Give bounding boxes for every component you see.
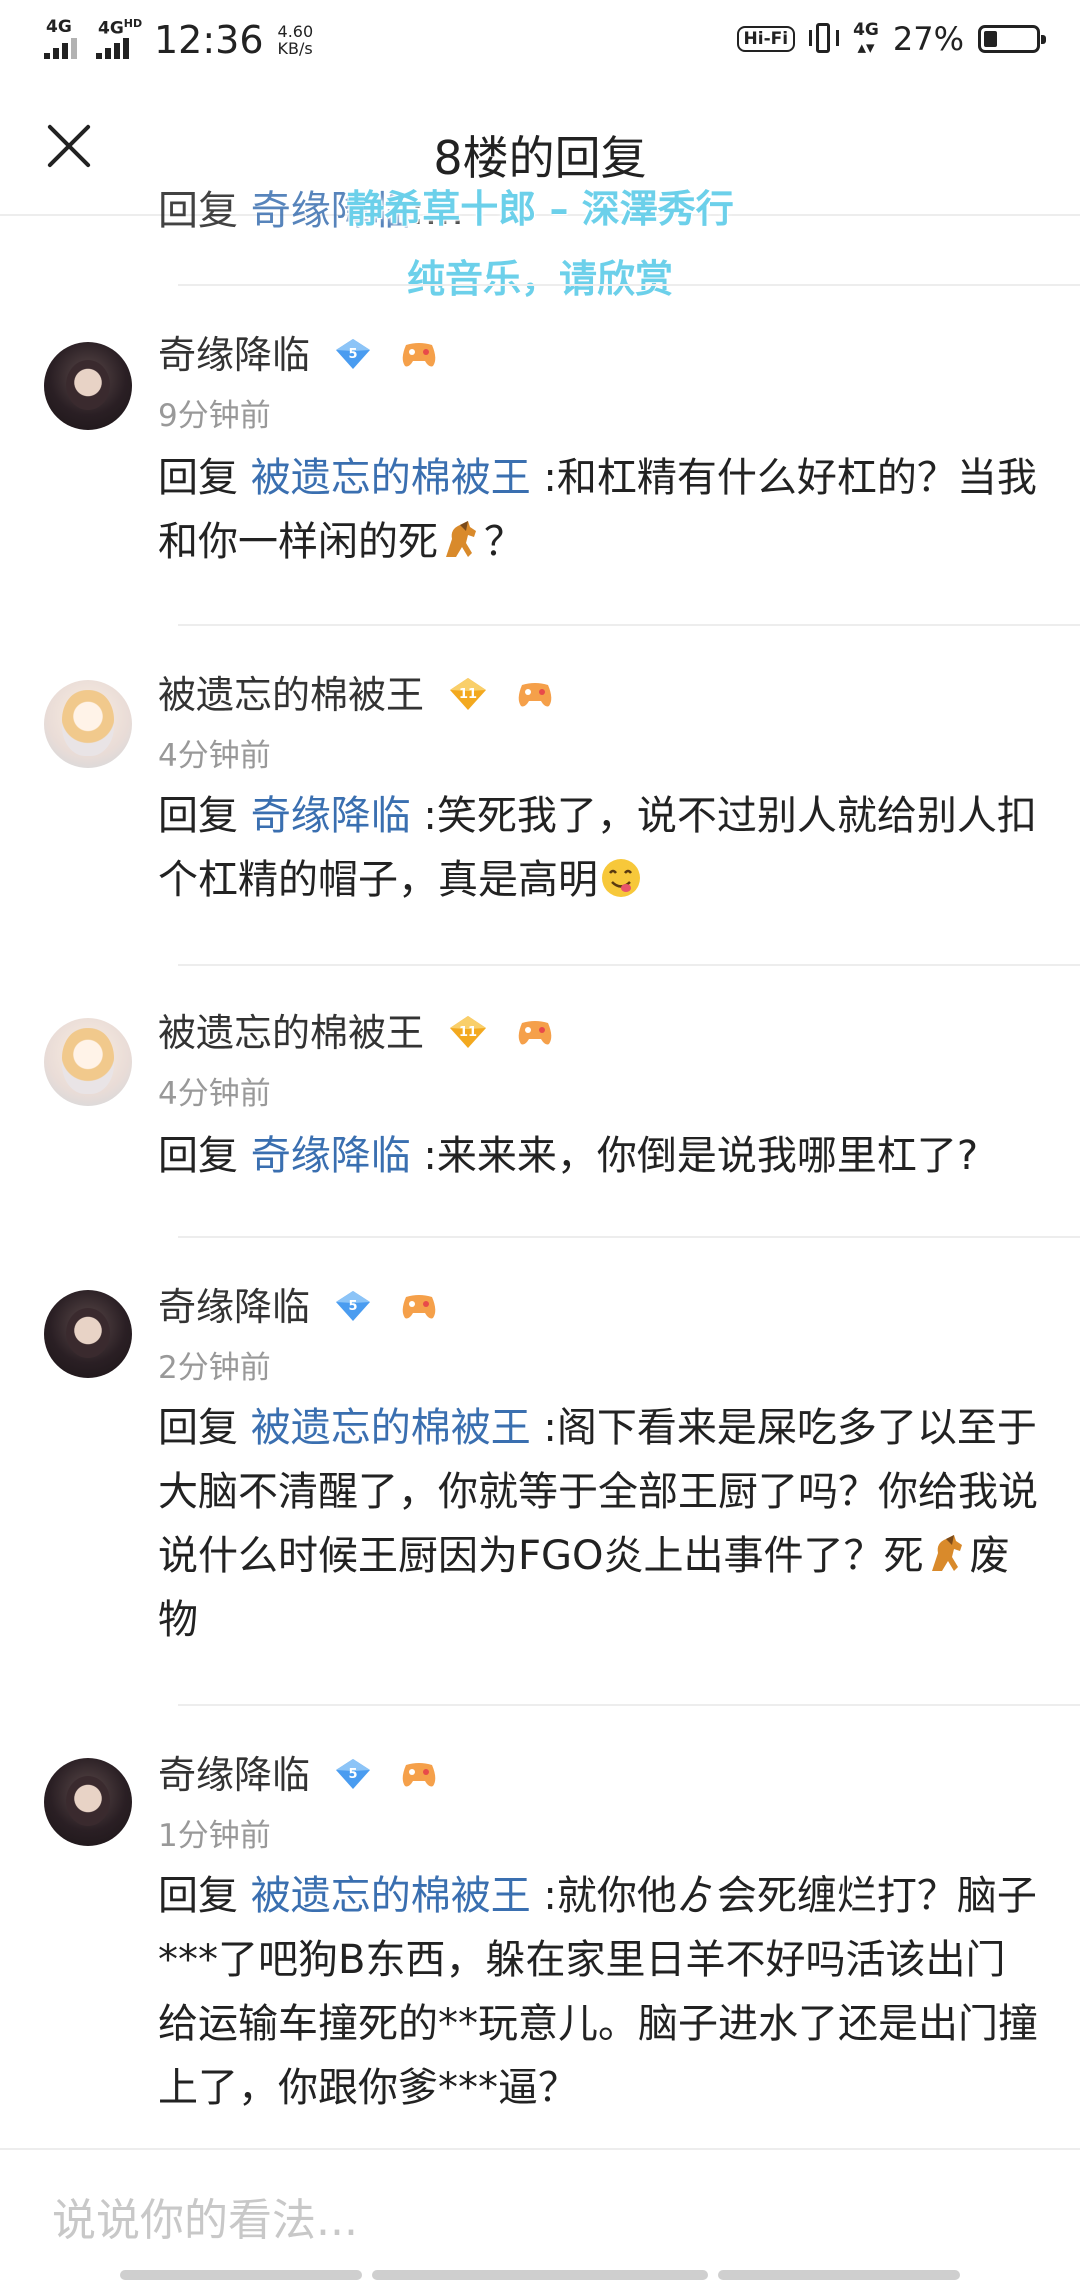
avatar[interactable]	[44, 342, 132, 430]
mention-link[interactable]: 被遗忘的棉被王	[251, 1405, 531, 1451]
comment-body: 回复 被遗忘的棉被王 :阁下看来是屎吃多了以至于大脑不清醒了，你就等于全部王厨了…	[158, 1405, 1038, 1643]
level-badge-icon: 5	[336, 338, 371, 369]
svg-text:11: 11	[459, 687, 477, 702]
comment-time: 4分钟前	[158, 1076, 271, 1112]
svg-text:11: 11	[459, 1025, 477, 1040]
svg-text:5: 5	[349, 1299, 358, 1314]
level-badge-icon: 11	[450, 677, 487, 710]
level-badge-icon: 5	[336, 1758, 371, 1789]
gamepad-icon	[518, 1020, 552, 1044]
nav-indicator	[718, 2270, 960, 2280]
comment-divider	[178, 1236, 1080, 1238]
signal-sim1-icon: 4G	[44, 17, 86, 61]
comment-time: 9分钟前	[158, 398, 271, 434]
comment-input-placeholder[interactable]: 说说你的看法...	[52, 2184, 358, 2248]
comment-time: 2分钟前	[158, 1350, 271, 1386]
comment-input-bar[interactable]: 说说你的看法...	[0, 2148, 1080, 2282]
svg-text:5: 5	[349, 347, 358, 362]
comment-divider	[178, 1704, 1080, 1706]
comment-author[interactable]: 奇缘降临 5	[158, 1276, 438, 1331]
comment-author[interactable]: 被遗忘的棉被王 11	[158, 1002, 554, 1057]
status-bar: 4G 4GHD 12:36 4.60 KB/s Hi-Fi 4G ▴▾ 27%	[0, 0, 1080, 84]
comment-divider	[178, 964, 1080, 966]
hifi-icon: Hi-Fi	[736, 26, 796, 52]
gamepad-icon	[402, 342, 436, 366]
network-4g-icon: 4G ▴▾	[853, 20, 879, 58]
level-badge-icon: 5	[336, 1290, 371, 1321]
comment-author[interactable]: 奇缘降临 5	[158, 324, 438, 379]
avatar[interactable]	[44, 1018, 132, 1106]
comment-author[interactable]: 奇缘降临 5	[158, 1744, 438, 1799]
music-track-subtitle: 纯音乐，请欣赏	[406, 257, 673, 301]
horse-emoji-icon	[446, 521, 476, 557]
gamepad-icon	[402, 1762, 436, 1786]
battery-percent: 27%	[892, 20, 964, 58]
svg-text:5: 5	[349, 1767, 358, 1782]
music-track-title: 静希草十郎 – 深澤秀行	[346, 187, 734, 231]
vibrate-icon	[809, 20, 840, 58]
avatar[interactable]	[44, 1758, 132, 1846]
battery-icon	[978, 25, 1046, 53]
comment-body: 回复 被遗忘的棉被王 :就你他ゟ会死缠烂打？脑子***了吧狗B东西，躲在家里日羊…	[158, 1873, 1038, 2111]
signal-sim2-icon: 4GHD	[96, 17, 142, 61]
yum-face-emoji-icon	[602, 859, 640, 897]
avatar[interactable]	[44, 680, 132, 768]
gamepad-icon	[518, 682, 552, 706]
mention-link[interactable]: 被遗忘的棉被王	[251, 1873, 531, 1919]
nav-indicator	[120, 2270, 362, 2280]
comment-divider	[178, 284, 1080, 286]
mention-link[interactable]: 奇缘降临	[251, 1133, 411, 1179]
comment-body: 回复 被遗忘的棉被王 :和杠精有什么好杠的？当我和你一样闲的死？	[158, 455, 1037, 565]
network-speed: 4.60 KB/s	[277, 22, 314, 58]
level-badge-icon: 11	[450, 1015, 487, 1048]
mention-link[interactable]: 奇缘降临	[251, 793, 411, 839]
avatar[interactable]	[44, 1290, 132, 1378]
comment-time: 4分钟前	[158, 738, 271, 774]
nav-indicator	[372, 2270, 708, 2280]
comment-time: 1分钟前	[158, 1818, 271, 1854]
horse-emoji-icon	[931, 1535, 962, 1571]
comment-body: 回复 奇缘降临 :来来来，你倒是说我哪里杠了?	[158, 1133, 979, 1179]
mention-link[interactable]: 被遗忘的棉被王	[251, 455, 531, 501]
status-time: 12:36	[154, 18, 264, 62]
comment-author[interactable]: 被遗忘的棉被王 11	[158, 664, 554, 719]
comment-body: 回复 奇缘降临 :笑死我了，说不过别人就给别人扣个杠精的帽子，真是高明	[158, 793, 1037, 903]
gamepad-icon	[402, 1294, 436, 1318]
comment-divider	[178, 624, 1080, 626]
